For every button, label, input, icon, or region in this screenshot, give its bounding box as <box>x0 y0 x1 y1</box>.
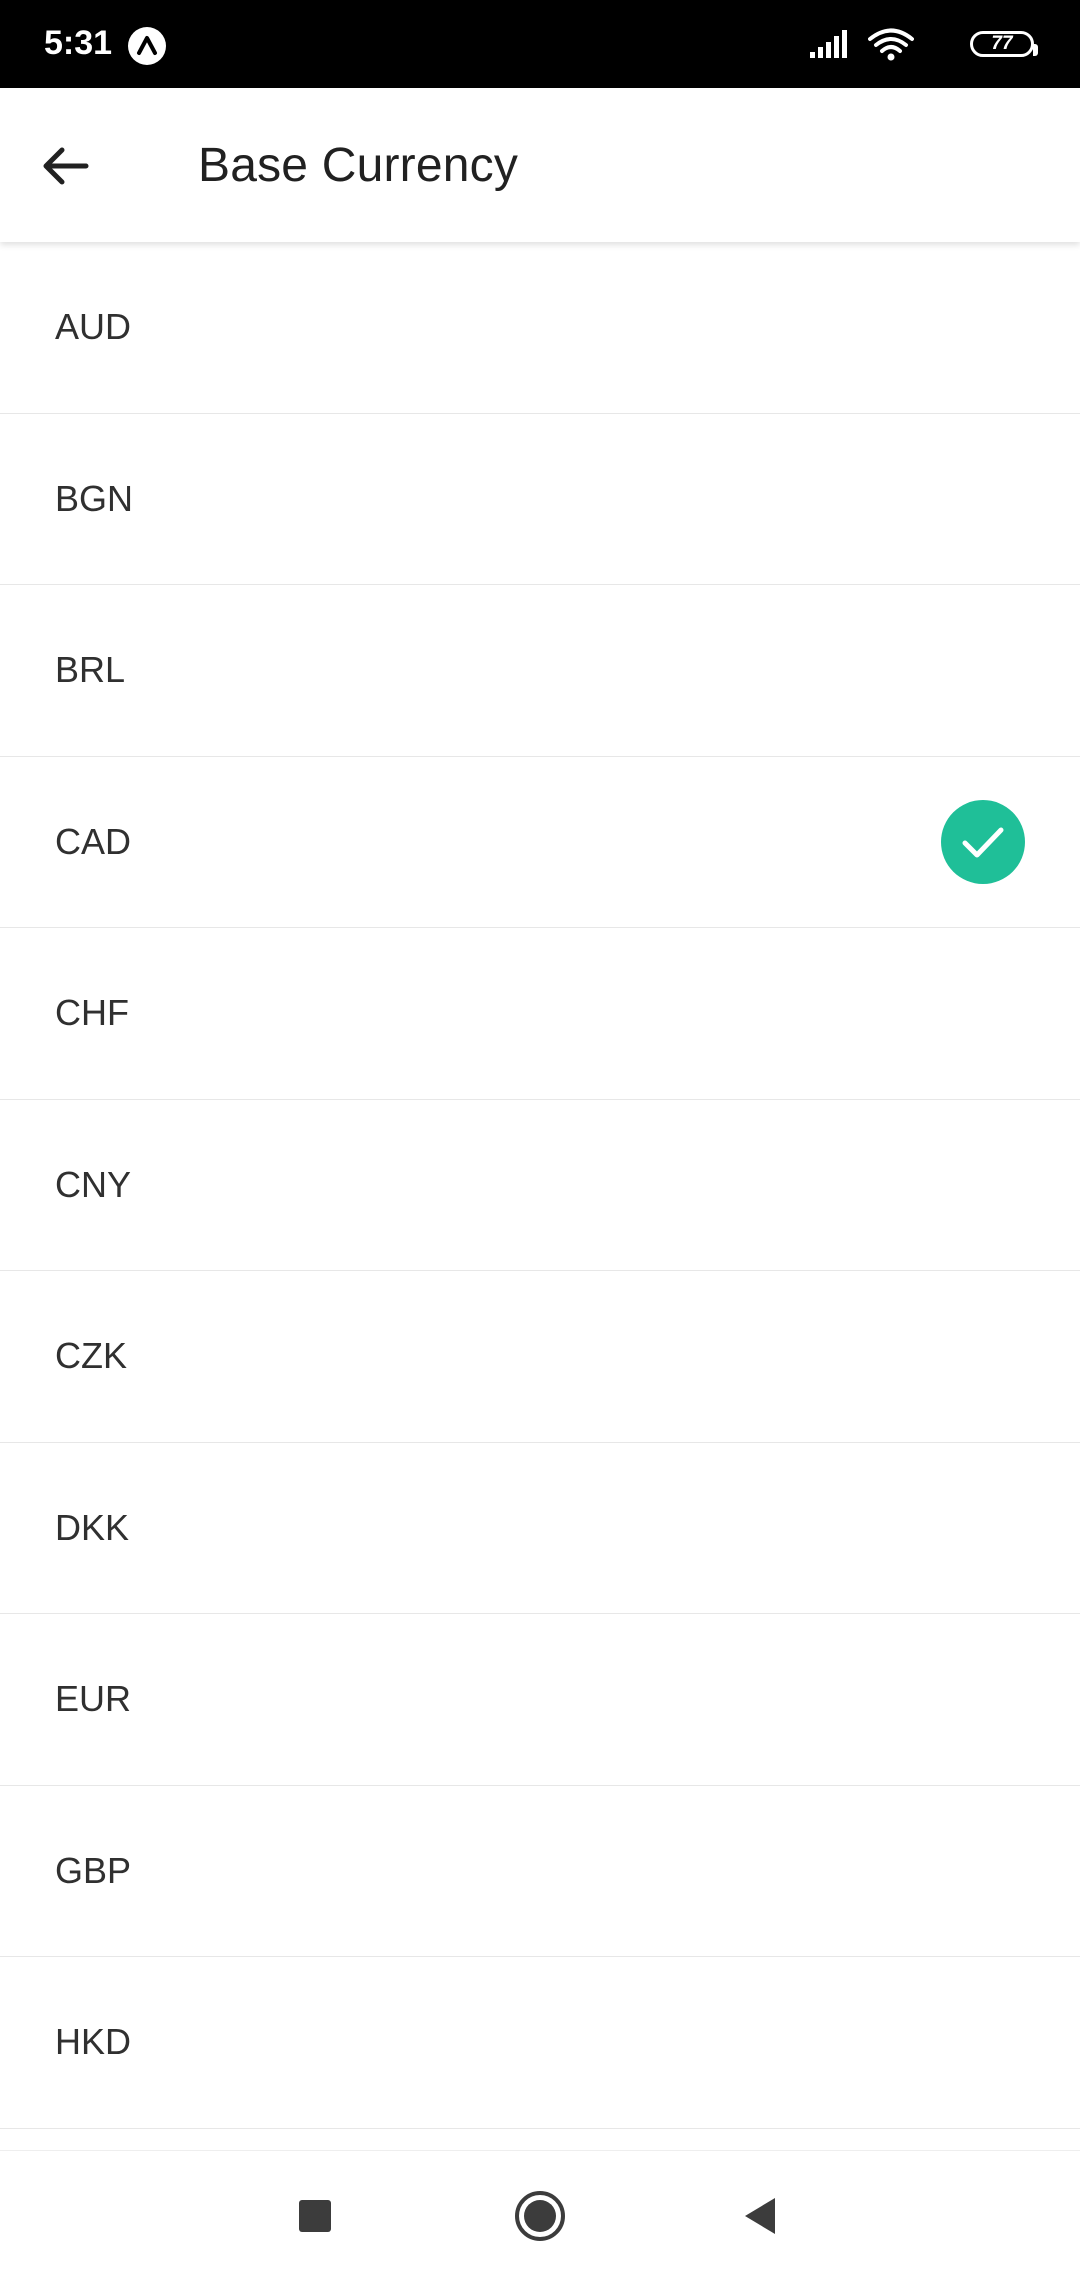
triangle-back-icon <box>745 2198 775 2234</box>
currency-item[interactable]: BRL <box>0 585 1080 757</box>
currency-item[interactable]: CNY <box>0 1099 1080 1271</box>
currency-list: AUD BGN BRL CAD CHF CNY CZK DKK EUR GBP HKD <box>0 242 1080 2152</box>
currency-code: DKK <box>55 1506 130 1548</box>
app-bar: Base Currency <box>0 88 1080 242</box>
caret-up-icon <box>128 27 166 65</box>
system-back-button[interactable] <box>725 2181 795 2251</box>
currency-item[interactable]: DKK <box>0 1442 1080 1614</box>
battery-icon: 77 <box>970 31 1038 57</box>
currency-code: HKD <box>55 2021 132 2063</box>
currency-item[interactable]: CZK <box>0 1271 1080 1443</box>
system-nav-bar <box>0 2150 1080 2280</box>
square-icon <box>299 2200 331 2232</box>
currency-item[interactable]: AUD <box>0 242 1080 414</box>
currency-item[interactable]: EUR <box>0 1614 1080 1786</box>
currency-code: CAD <box>55 820 132 862</box>
currency-code: BGN <box>55 477 134 519</box>
battery-level: 77 <box>991 33 1013 54</box>
currency-code: CNY <box>55 1163 132 1205</box>
cell-signal-icon <box>810 30 854 65</box>
wifi-icon <box>868 28 914 67</box>
currency-item[interactable]: CHF <box>0 928 1080 1100</box>
currency-item[interactable]: GBP <box>0 1785 1080 1957</box>
check-circle-icon <box>941 799 1025 884</box>
status-time: 5:31 <box>44 24 113 62</box>
circle-icon <box>515 2191 565 2241</box>
page-title: Base Currency <box>198 139 519 192</box>
currency-code: BRL <box>55 649 126 691</box>
currency-code: GBP <box>55 1849 132 1891</box>
screen: 5:31 77 Base Currency AUD BGN BRL CAD CH… <box>0 0 1080 2280</box>
currency-item[interactable]: BGN <box>0 413 1080 585</box>
currency-item[interactable]: HKD <box>0 1957 1080 2129</box>
currency-item[interactable]: CAD <box>0 756 1080 928</box>
currency-code: AUD <box>55 306 132 348</box>
home-button[interactable] <box>505 2181 575 2251</box>
back-button[interactable] <box>30 130 102 202</box>
currency-code: EUR <box>55 1678 132 1720</box>
recents-button[interactable] <box>280 2181 350 2251</box>
currency-code: CHF <box>55 992 129 1034</box>
currency-code: CZK <box>55 1335 127 1377</box>
status-bar: 5:31 77 <box>0 0 1080 88</box>
arrow-left-icon <box>43 147 89 185</box>
